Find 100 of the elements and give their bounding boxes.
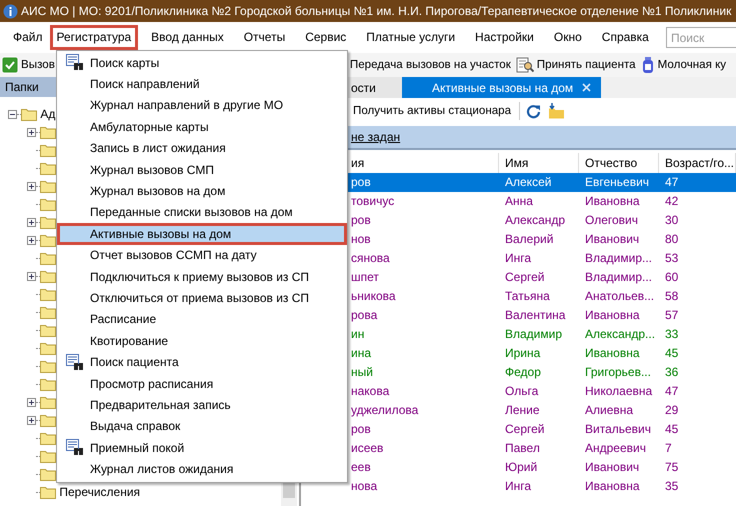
expand-icon[interactable]	[27, 416, 36, 424]
table-cell-text: исеев	[350, 440, 384, 457]
table-cell-text: Александр	[504, 212, 566, 229]
menu-item[interactable]: Приемный покой	[57, 437, 347, 458]
folder-icon	[40, 468, 56, 480]
table-cell-text: Татьяна	[504, 288, 551, 305]
folder-icon	[40, 252, 56, 264]
folder-arrow-icon[interactable]	[547, 103, 566, 119]
table-cell-text: Алиевна	[584, 402, 634, 419]
tree-item[interactable]	[27, 180, 56, 192]
table-cell-text: Ивановна	[584, 345, 641, 362]
table-cell-text: 29	[664, 402, 680, 419]
binoculars-icon	[66, 54, 84, 72]
menu-item[interactable]: Отчет вызовов ССМП на дату	[57, 244, 347, 266]
table-cell-text: Владимир...	[584, 250, 654, 267]
table-cell-text: Павел	[504, 440, 541, 457]
expand-icon[interactable]	[27, 218, 36, 226]
expand-icon[interactable]	[27, 236, 36, 244]
menu-item[interactable]: Просмотр расписания	[57, 372, 347, 394]
table-cell-text: Анна	[504, 193, 534, 210]
toolbar-button[interactable]: Молочная ку	[638, 55, 728, 75]
tree-item[interactable]	[27, 216, 56, 228]
tree-item[interactable]	[27, 234, 56, 246]
table-cell-text: Ольга	[504, 383, 540, 400]
table-cell-text: 53	[664, 250, 680, 267]
menu-item[interactable]: Отключиться от приема вызовов из СП	[57, 287, 347, 309]
toolbar-button[interactable]: Вызов	[0, 55, 57, 75]
table-cell-text: 30	[664, 212, 680, 229]
search-field[interactable]: Поиск	[666, 27, 736, 48]
refresh-icon[interactable]	[526, 104, 542, 118]
table-cell-text: рова	[350, 307, 378, 324]
collapse-icon[interactable]	[8, 110, 17, 118]
table-cell-text: Олегович	[584, 212, 639, 229]
menu-item[interactable]: Расписание	[57, 308, 347, 330]
table-cell-text: Ивановна	[584, 193, 641, 210]
menu-item[interactable]: Поиск пациента	[57, 351, 347, 373]
table-cell-text: Владимир	[504, 326, 564, 343]
table-cell-text: Ивановна	[584, 307, 641, 324]
table-cell-text: Ирина	[504, 345, 542, 362]
table-cell-text: Ление	[504, 402, 541, 419]
menu-item[interactable]: Ввод данных	[144, 25, 231, 50]
table-cell-text: уджелилова	[350, 402, 420, 419]
menu-item[interactable]: Выдача справок	[57, 416, 347, 438]
tree-item[interactable]	[27, 270, 56, 282]
table-cell-text: Григорьев...	[584, 364, 652, 381]
menu-item[interactable]: Активные вызовы на дом	[57, 223, 347, 245]
table-cell-text: Витальевич	[584, 421, 652, 438]
expand-icon[interactable]	[27, 128, 36, 136]
tree-item[interactable]	[27, 414, 56, 426]
expand-icon[interactable]	[27, 272, 36, 280]
folder-icon	[40, 198, 56, 210]
menu-item[interactable]: Журнал листов ожидания	[57, 458, 347, 480]
table-cell-text: Евгеньевич	[584, 174, 650, 191]
expand-icon[interactable]	[27, 182, 36, 190]
expand-icon[interactable]	[27, 398, 36, 406]
table-cell-text: 47	[664, 174, 680, 191]
tree-item[interactable]	[27, 126, 56, 138]
menu-item[interactable]: Амбулаторные карты	[57, 116, 347, 138]
menu-item[interactable]: Поиск карты	[57, 52, 347, 74]
menu-item[interactable]: Переданные списки вызовов на дом	[57, 202, 347, 224]
tree-item[interactable]	[27, 396, 56, 408]
menu-item[interactable]: Квотирование	[57, 330, 347, 352]
tab[interactable]: Активные вызовы на дом	[402, 77, 601, 98]
folder-icon	[40, 360, 56, 372]
table-cell-text: 60	[664, 269, 680, 286]
filter-link[interactable]: не задан	[351, 130, 400, 144]
toolbar-button[interactable]: Передача вызовов на участок	[348, 55, 513, 75]
table-cell-text: 35	[664, 478, 680, 495]
toolbar-button[interactable]: Получить активы стационара	[351, 101, 514, 121]
folder-icon	[40, 396, 56, 408]
table-cell-text: 36	[664, 364, 680, 381]
folder-icon	[40, 162, 56, 174]
folder-icon	[40, 378, 56, 390]
menu-item[interactable]: Подключиться к приему вызовов из СП	[57, 266, 347, 288]
folder-icon	[40, 180, 56, 192]
close-icon[interactable]	[582, 83, 591, 92]
table-cell-text: 47	[664, 383, 680, 400]
menu-item[interactable]: Настройки	[468, 25, 541, 50]
menu-item[interactable]: Файл	[6, 25, 50, 50]
table-cell-text: Александр...	[584, 326, 656, 343]
menu-item[interactable]: Сервис	[298, 25, 354, 50]
menu-item[interactable]: Отчеты	[236, 25, 292, 50]
table-cell-text: Юрий	[504, 459, 538, 476]
table-cell-text: Сергей	[504, 269, 546, 286]
table-cell-text: ров	[350, 421, 372, 438]
menu-item[interactable]: Справка	[594, 25, 656, 50]
menu-item[interactable]: Окно	[546, 25, 589, 50]
tree-item[interactable]: Ад	[8, 105, 56, 123]
toolbar-button[interactable]: Принять пациента	[514, 55, 638, 75]
menu-item[interactable]: Платные услуги	[359, 25, 462, 50]
folder-icon	[40, 306, 56, 318]
menu-item[interactable]: Предварительная запись	[57, 394, 347, 416]
folder-icon	[40, 126, 56, 138]
table-cell-text: товичус	[350, 193, 396, 210]
window-title: АИС МО | МО: 9201/Поликлиника №2 Городской больницы №1 им. Н.И. Пирогова/Терапевтическое отделение №1 Поликлиник	[21, 3, 732, 20]
menu-item[interactable]: Журнал вызовов на дом	[57, 180, 347, 202]
binoculars-icon	[66, 439, 84, 456]
table-cell-text: еев	[350, 459, 372, 476]
menu-item[interactable]: Регистратура	[50, 25, 138, 50]
tree-item[interactable]: Перечисления	[27, 483, 140, 501]
